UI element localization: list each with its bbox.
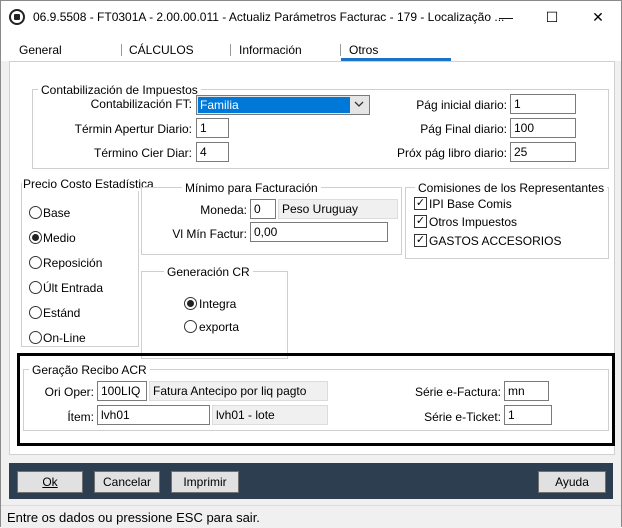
radio-base-label: Base [43, 206, 71, 220]
contab-ft-selected-value: Familia [198, 97, 350, 113]
serie-factura-field[interactable]: mn [504, 381, 549, 401]
comisiones-group-title: Comisiones de los Representantes [415, 181, 608, 195]
radio-medio[interactable] [29, 231, 42, 244]
cancel-button-label: Cancelar [102, 475, 152, 489]
ori-oper-description: Fatura Antecipo por liq pagto [149, 381, 328, 401]
item-label: Ítem: [67, 410, 94, 424]
radio-medio-label: Medio [43, 231, 76, 245]
acr-group-title: Geração Recibo ACR [29, 363, 150, 377]
ori-oper-field[interactable]: 100LIQ [97, 381, 147, 401]
contab-group-title: Contabilización de Impuestos [38, 83, 201, 97]
pag-inicial-field[interactable]: 1 [510, 94, 576, 114]
help-button-label: Ayuda [555, 475, 589, 489]
radio-reposicion-label: Reposición [43, 256, 103, 270]
generacion-group-title: Generación CR [164, 265, 253, 279]
contab-ft-label: Contabilización FT: [90, 97, 192, 111]
radio-exporta-label: exporta [199, 320, 240, 334]
termino-cier-label: Término Cier Diar: [93, 146, 192, 160]
pag-final-field[interactable]: 100 [510, 118, 576, 138]
pag-inicial-label: Pág inicial diario: [416, 98, 507, 112]
moneda-label: Moneda: [200, 203, 247, 217]
help-button[interactable]: Ayuda [538, 471, 606, 493]
tab-otros[interactable]: Otros [349, 43, 378, 57]
item-field[interactable]: lvh01 [97, 405, 210, 425]
maximize-button[interactable]: ☐ [529, 1, 575, 33]
termin-apertur-label: Términ Apertur Diario: [74, 122, 192, 136]
radio-estand[interactable] [29, 306, 42, 319]
radio-on-line[interactable] [29, 331, 42, 344]
status-text: Entre os dados ou pressione ESC para sai… [7, 510, 260, 525]
gastos-accesorios-label: GASTOS ACCESORIOS [429, 234, 562, 248]
otros-impuestos-label: Otros Impuestos [429, 215, 518, 229]
chevron-down-icon [353, 97, 365, 114]
vl-min-label: Vl Mín Factur: [172, 227, 247, 241]
moneda-field[interactable]: 0 [250, 199, 276, 219]
vl-min-field[interactable]: 0,00 [250, 222, 388, 242]
app-logo-icon [9, 9, 25, 25]
termino-cier-field[interactable]: 4 [196, 142, 229, 162]
tab-separator [121, 44, 122, 56]
radio-reposicion[interactable] [29, 256, 42, 269]
radio-ult-entrada[interactable] [29, 281, 42, 294]
ok-button-label: Ok [42, 475, 58, 489]
radio-integra[interactable] [184, 297, 197, 310]
pag-final-label: Pág Final diario: [420, 122, 507, 136]
radio-integra-label: Integra [199, 297, 237, 311]
gastos-accesorios-checkbox[interactable]: ✓ [414, 234, 427, 247]
tab-separator [340, 44, 341, 56]
generacion-group [141, 271, 288, 359]
close-button[interactable]: ✕ [575, 1, 621, 33]
minimo-group-title: Mínimo para Facturación [182, 181, 321, 195]
cancel-button[interactable]: Cancelar [94, 471, 160, 493]
ok-button[interactable]: Ok [17, 471, 83, 493]
ipi-base-comis-checkbox[interactable]: ✓ [414, 197, 427, 210]
radio-on-line-label: On-Line [43, 331, 86, 345]
tab-informacion[interactable]: Información [239, 43, 302, 57]
tab-bar: General CÁLCULOS Información Otros [1, 33, 621, 61]
serie-ticket-field[interactable]: 1 [504, 405, 552, 425]
status-bar: Entre os dados ou pressione ESC para sai… [1, 505, 621, 528]
ori-oper-label: Ori Oper: [44, 385, 94, 399]
termin-apertur-field[interactable]: 1 [196, 118, 229, 138]
otros-impuestos-checkbox[interactable]: ✓ [414, 215, 427, 228]
item-description: lvh01 - lote [212, 405, 328, 425]
minimize-button[interactable]: — [483, 1, 529, 33]
title-bar: 06.9.5508 - FT0301A - 2.00.00.011 - Actu… [1, 1, 621, 33]
serie-factura-label: Série e-Factura: [414, 385, 501, 399]
precio-group-title: Precio Costo Estadística [22, 177, 155, 191]
ipi-base-comis-label: IPI Base Comis [429, 197, 512, 211]
serie-ticket-label: Série e-Ticket: [424, 410, 501, 424]
tab-calculos[interactable]: CÁLCULOS [129, 43, 194, 57]
print-button-label: Imprimir [183, 475, 227, 489]
tab-separator [230, 44, 231, 56]
print-button[interactable]: Imprimir [171, 471, 239, 493]
radio-estand-label: Estánd [43, 306, 81, 320]
prox-pag-label: Próx pág libro diario: [396, 146, 507, 160]
radio-ult-entrada-label: Últ Entrada [43, 281, 104, 295]
prox-pag-field[interactable]: 25 [510, 142, 576, 162]
app-window: 06.9.5508 - FT0301A - 2.00.00.011 - Actu… [0, 0, 622, 528]
minimo-group [141, 187, 402, 255]
contab-ft-select[interactable]: Familia [196, 95, 370, 115]
moneda-description: Peso Uruguay [278, 199, 398, 219]
window-title: 06.9.5508 - FT0301A - 2.00.00.011 - Actu… [33, 10, 505, 24]
radio-exporta[interactable] [184, 320, 197, 333]
radio-base[interactable] [29, 206, 42, 219]
tab-general[interactable]: General [19, 43, 62, 57]
